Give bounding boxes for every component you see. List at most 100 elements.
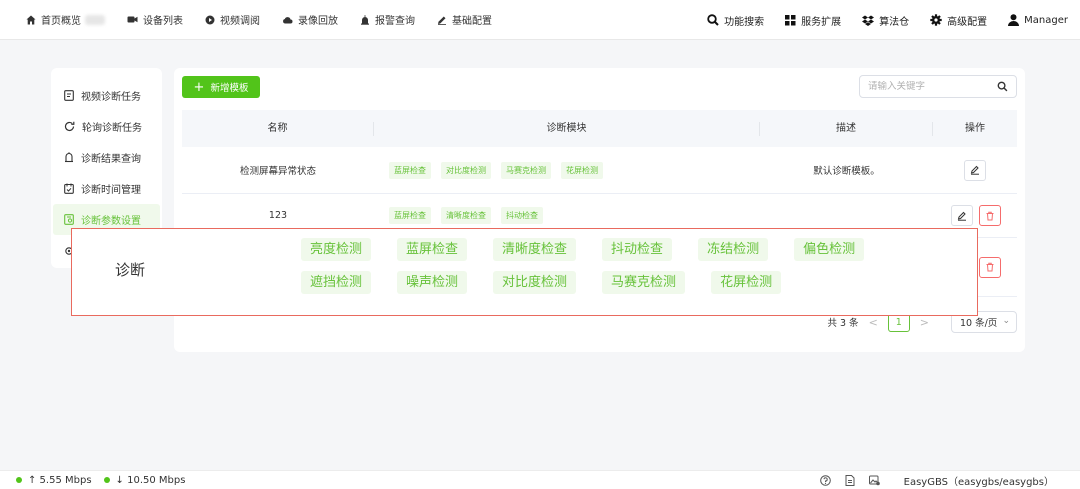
sidebar-item-video-diagnosis-task[interactable]: 视频诊断任务 [51,80,162,111]
edit-icon [957,211,966,221]
online-dot [16,477,22,483]
module-tag: 抖动检查 [602,238,673,261]
gear-icon [930,14,942,26]
chevron-down-icon: ⌄ [1002,316,1010,326]
next-page-button[interactable]: > [920,316,929,329]
nav-feature-search[interactable]: 功能搜索 [707,13,764,28]
video-camera-icon [127,16,138,23]
download-rate-value: ↓ 10.50 Mbps [115,474,186,486]
delete-button[interactable] [979,205,1001,226]
callout-row: 遮挡检测 噪声检测 对比度检测 马赛克检测 花屏检测 [301,271,901,294]
play-circle-icon [205,15,215,24]
module-tag: 亮度检测 [301,238,372,261]
table-row: 检测屏幕异常状态 蓝屏检查 对比度检测 马赛克检测 花屏检测 默认诊断模板。 [182,147,1017,194]
nav-advanced-config[interactable]: 高级配置 [930,13,987,28]
product-info: EasyGBS（easygbs/easygbs） [903,477,1054,488]
module-tag: 马赛克检测 [501,161,551,179]
module-tag: 冻结检测 [698,238,769,261]
delete-button[interactable] [979,256,1001,278]
nav-alarm-query[interactable]: 报警查询 [360,12,415,27]
row-modules: 蓝屏检查 对比度检测 马赛克检测 花屏检测 [374,161,760,179]
callout-label: 诊断 [115,261,146,279]
module-tag: 花屏检测 [711,271,782,294]
prev-page-button[interactable]: < [869,316,878,329]
sidebar-item-polling-diagnosis-task[interactable]: 轮询诊断任务 [51,111,162,142]
top-navigation: 首页概览 设备列表 视频调阅 录像回放 报警查询 基础配置 功能搜索 服务扩展 … [0,0,1080,40]
dropbox-icon [862,15,875,26]
nav-basic-config[interactable]: 基础配置 [437,12,492,27]
module-tag: 清晰度检查 [493,238,577,261]
column-header-name: 名称 [182,121,374,136]
online-dot [103,477,110,483]
row-name: 123 [268,210,288,221]
nav-service-ext[interactable]: 服务扩展 [785,13,841,28]
nav-video-view[interactable]: 视频调阅 [205,12,260,27]
nav-alarm-query-label: 报警查询 [375,16,415,27]
trash-icon [986,211,994,220]
add-template-button[interactable]: + 新增模板 [182,76,260,98]
download-rate: ↓ 10.50 Mbps [103,474,186,486]
row-actions [933,159,1017,181]
sidebar-item-label: 轮询诊断任务 [82,123,142,134]
sidebar-item-label: 诊断时间管理 [81,185,141,196]
sidebar-item-label: 诊断结果查询 [81,154,141,165]
user-name: Manager [1024,14,1068,26]
search-icon [707,14,719,26]
add-template-label: 新增模板 [210,83,249,94]
callout-module-tags: 亮度检测 蓝屏检查 清晰度检查 抖动检查 冻结检测 偏色检测 遮挡检测 噪声检测… [301,238,901,304]
module-tag: 花屏检测 [561,161,603,179]
user-menu[interactable]: Manager [1008,14,1068,26]
module-tag: 噪声检测 [397,271,468,294]
column-header-description: 描述 [760,121,933,136]
nav-playback[interactable]: 录像回放 [282,12,338,27]
alarm-icon [361,14,369,25]
edit-button[interactable] [951,205,973,226]
sidebar-item-label: 诊断参数设置 [81,216,141,227]
settings-doc-icon [64,214,74,225]
nav-home-label: 首页概览 [41,16,81,27]
row-actions [933,205,1017,226]
callout-row: 亮度检测 蓝屏检查 清晰度检查 抖动检查 冻结检测 偏色检测 [301,238,901,261]
sidebar-item-diagnosis-time-management[interactable]: 诊断时间管理 [51,173,162,204]
sidebar-item-diagnosis-result-query[interactable]: 诊断结果查询 [51,142,162,173]
trash-icon [986,262,994,272]
search-input[interactable] [868,81,988,92]
search-icon[interactable] [997,81,1008,92]
user-icon [1008,14,1020,26]
result-icon [65,152,73,163]
nav-device-list-label: 设备列表 [143,16,183,27]
nav-service-ext-label: 服务扩展 [801,16,842,28]
module-tag: 对比度检测 [441,161,491,179]
help-icon[interactable] [819,475,831,486]
nav-algorithm-store[interactable]: 算法仓 [862,13,909,28]
grid-icon [785,14,796,25]
page-size-value: 10 条/页 [960,318,998,329]
nav-playback-label: 录像回放 [298,16,338,27]
refresh-icon [64,121,75,132]
main-menu: 首页概览 设备列表 视频调阅 录像回放 报警查询 基础配置 [0,12,514,27]
column-header-modules: 诊断模块 [374,121,760,136]
nav-home[interactable]: 首页概览 [26,12,105,27]
utility-menu: 功能搜索 服务扩展 算法仓 高级配置 Manager [686,0,1068,40]
plus-icon: + [193,79,205,95]
edit-button[interactable] [964,159,986,181]
document-icon[interactable] [845,475,855,486]
nav-advanced-config-label: 高级配置 [947,16,988,28]
module-tag: 马赛克检测 [602,271,686,294]
module-tag: 蓝屏检查 [397,238,468,261]
image-icon[interactable] [868,475,880,486]
module-tag: 遮挡检测 [301,271,372,294]
nav-feature-search-label: 功能搜索 [724,16,765,28]
row-description: 默认诊断模板。 [813,166,880,177]
module-tag: 抖动检查 [501,207,543,224]
table-header: 名称 诊断模块 描述 操作 [182,110,1017,147]
task-icon [64,90,74,101]
module-tag: 蓝屏检查 [389,161,431,179]
blurred-region [85,14,105,25]
nav-device-list[interactable]: 设备列表 [127,12,183,27]
module-tag: 蓝屏检查 [389,207,431,224]
nav-algorithm-store-label: 算法仓 [879,16,910,28]
module-tag: 清晰度检查 [441,207,491,224]
upload-rate-value: ↑ 5.55 Mbps [28,474,92,486]
pen-icon [438,16,446,25]
